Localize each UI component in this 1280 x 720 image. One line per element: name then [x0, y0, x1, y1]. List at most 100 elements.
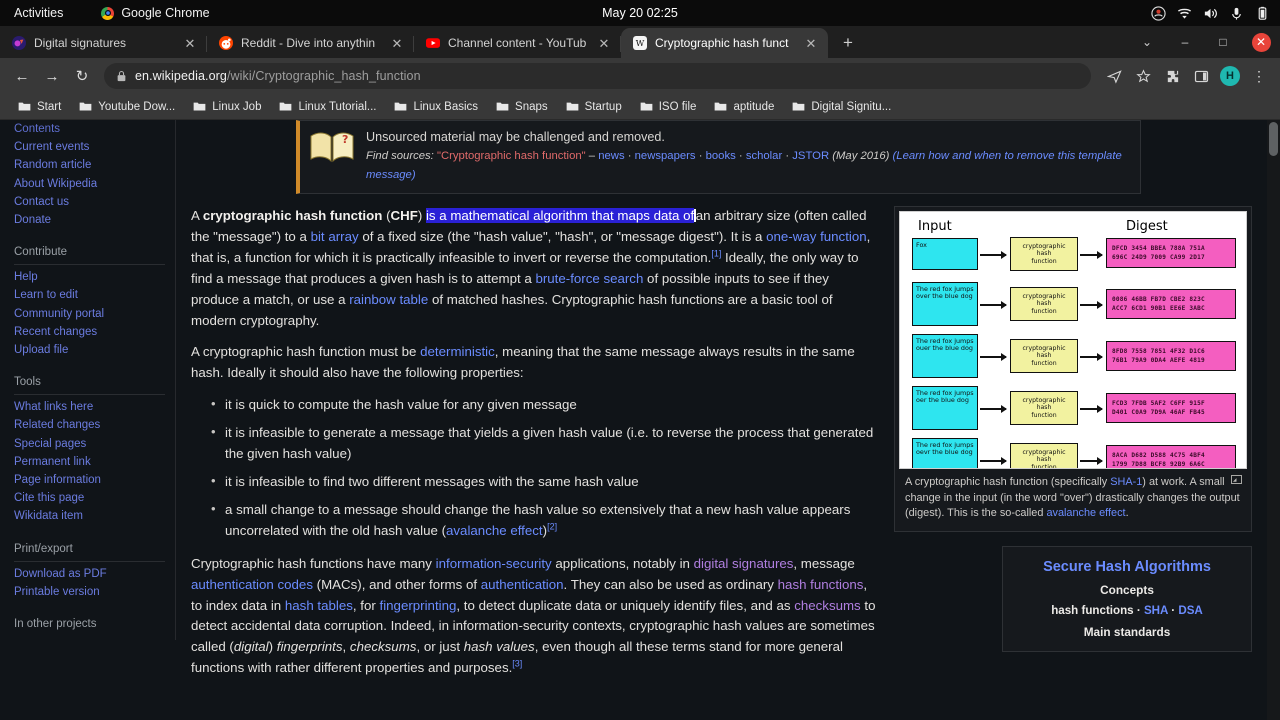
- sidebar-item-contact-us[interactable]: Contact us: [14, 193, 165, 211]
- back-button[interactable]: ←: [8, 62, 36, 90]
- bookmark-item-0[interactable]: Start: [10, 99, 69, 115]
- fn-line-1: cryptographic: [1022, 448, 1066, 456]
- bookmark-item-8[interactable]: aptitude: [706, 99, 782, 115]
- link-fingerprinting[interactable]: fingerprinting: [380, 598, 457, 613]
- browser-tab-0[interactable]: Digital signatures ✕: [0, 28, 207, 58]
- profile-avatar[interactable]: H: [1217, 63, 1243, 89]
- secure-hash-algorithms-infobox: Secure Hash Algorithms Concepts hash fun…: [1002, 545, 1252, 652]
- volume-icon[interactable]: [1203, 6, 1218, 21]
- system-tray[interactable]: [1151, 5, 1270, 21]
- link-avalanche-effect-caption[interactable]: avalanche effect: [1046, 507, 1125, 519]
- extensions-puzzle-icon[interactable]: [1159, 63, 1185, 89]
- sidebar-item-learn-to-edit[interactable]: Learn to edit: [14, 286, 165, 304]
- link-one-way-function[interactable]: one-way function: [766, 229, 867, 244]
- reference-1[interactable]: [1]: [711, 248, 721, 258]
- link-rainbow-table[interactable]: rainbow table: [349, 292, 428, 307]
- reference-2[interactable]: [2]: [547, 521, 557, 531]
- side-panel-icon[interactable]: [1188, 63, 1214, 89]
- browser-tab-1[interactable]: Reddit - Dive into anythin ✕: [207, 28, 414, 58]
- bookmark-item-6[interactable]: Startup: [558, 99, 630, 115]
- link-deterministic[interactable]: deterministic: [420, 344, 495, 359]
- chrome-menu-button[interactable]: ⋮: [1246, 63, 1272, 89]
- bookmark-item-5[interactable]: Snaps: [488, 99, 556, 115]
- focused-app-menu[interactable]: Google Chrome: [101, 6, 210, 20]
- browser-tab-3-active[interactable]: W Cryptographic hash funct ✕: [621, 28, 828, 58]
- sha1-diagram-image[interactable]: Input Digest Fox cryptographic hash func…: [899, 211, 1247, 469]
- source-link-books[interactable]: books: [706, 150, 736, 162]
- microphone-icon[interactable]: [1229, 6, 1244, 21]
- link-checksums[interactable]: checksums: [794, 598, 861, 613]
- maximize-button[interactable]: □: [1204, 28, 1242, 56]
- tab-close-button[interactable]: ✕: [596, 35, 612, 51]
- sidebar-item-contents[interactable]: Contents: [14, 120, 165, 138]
- new-tab-button[interactable]: +: [834, 29, 862, 57]
- reload-button[interactable]: ↻: [68, 62, 96, 90]
- wifi-icon[interactable]: [1177, 6, 1192, 21]
- link-brute-force-search[interactable]: brute-force search: [535, 271, 643, 286]
- sidebar-item-printable-version[interactable]: Printable version: [14, 583, 165, 601]
- tab-close-button[interactable]: ✕: [389, 35, 405, 51]
- bookmark-item-3[interactable]: Linux Tutorial...: [271, 99, 384, 115]
- source-link-scholar[interactable]: scholar: [746, 150, 782, 162]
- sidebar-item-community-portal[interactable]: Community portal: [14, 305, 165, 323]
- tab-search-button[interactable]: ⌄: [1128, 28, 1166, 56]
- sidebar-item-related-changes[interactable]: Related changes: [14, 416, 165, 434]
- minimize-button[interactable]: –: [1166, 28, 1204, 56]
- page-scrollbar[interactable]: [1267, 120, 1280, 720]
- folder-icon: [640, 102, 653, 111]
- sidebar-item-donate[interactable]: Donate: [14, 211, 165, 229]
- tab-close-button[interactable]: ✕: [182, 35, 198, 51]
- tab-close-button[interactable]: ✕: [803, 35, 819, 51]
- bookmark-item-9[interactable]: Digital Signitu...: [784, 99, 899, 115]
- link-sha1[interactable]: SHA-1: [1110, 476, 1142, 488]
- sidebar-item-download-as-pdf[interactable]: Download as PDF: [14, 565, 165, 583]
- sidebar-item-current-events[interactable]: Current events: [14, 138, 165, 156]
- browser-tab-2[interactable]: Channel content - YouTub ✕: [414, 28, 621, 58]
- link-authentication[interactable]: authentication: [481, 577, 564, 592]
- activities-button[interactable]: Activities: [0, 6, 73, 20]
- system-clock[interactable]: May 20 02:25: [602, 6, 678, 20]
- diagram-digest-0: DFCD 3454 BBEA 788A 751A 696C 24D9 7009 …: [1106, 238, 1236, 268]
- bookmark-item-1[interactable]: Youtube Dow...: [71, 99, 183, 115]
- infobox-title[interactable]: Secure Hash Algorithms: [1009, 555, 1245, 579]
- link-sha-infobox[interactable]: SHA: [1144, 604, 1168, 617]
- link-bit-array[interactable]: bit array: [311, 229, 359, 244]
- source-link-jstor[interactable]: JSTOR: [792, 150, 829, 162]
- sidebar-item-cite-this-page[interactable]: Cite this page: [14, 489, 165, 507]
- source-link-news[interactable]: news: [598, 150, 624, 162]
- bookmark-item-4[interactable]: Linux Basics: [386, 99, 486, 115]
- sidebar-item-about-wikipedia[interactable]: About Wikipedia: [14, 175, 165, 193]
- link-authentication-codes[interactable]: authentication codes: [191, 577, 313, 592]
- sidebar-item-recent-changes[interactable]: Recent changes: [14, 323, 165, 341]
- battery-icon[interactable]: [1255, 6, 1270, 21]
- link-information-security[interactable]: information-security: [436, 556, 552, 571]
- notice-query[interactable]: "Cryptographic hash function": [437, 150, 586, 162]
- share-icon[interactable]: [1101, 63, 1127, 89]
- sidebar-item-wikidata-item[interactable]: Wikidata item: [14, 507, 165, 525]
- sidebar-item-help[interactable]: Help: [14, 268, 165, 286]
- window-close-button[interactable]: ✕: [1242, 28, 1280, 56]
- sidebar-item-what-links-here[interactable]: What links here: [14, 398, 165, 416]
- forward-button[interactable]: →: [38, 62, 66, 90]
- link-dsa-infobox[interactable]: DSA: [1178, 604, 1202, 617]
- sep-1: ·: [1133, 603, 1144, 617]
- sidebar-item-permanent-link[interactable]: Permanent link: [14, 453, 165, 471]
- enlarge-icon[interactable]: [1231, 475, 1242, 484]
- link-hash-functions[interactable]: hash functions: [778, 577, 864, 592]
- bookmark-item-2[interactable]: Linux Job: [185, 99, 269, 115]
- sidebar-item-random-article[interactable]: Random article: [14, 156, 165, 174]
- link-avalanche-effect[interactable]: avalanche effect: [446, 523, 543, 538]
- bookmark-star-icon[interactable]: [1130, 63, 1156, 89]
- bookmark-item-7[interactable]: ISO file: [632, 99, 705, 115]
- notifications-icon[interactable]: [1151, 5, 1166, 21]
- sidebar-item-upload-file[interactable]: Upload file: [14, 341, 165, 359]
- address-bar[interactable]: en.wikipedia.org/wiki/Cryptographic_hash…: [104, 63, 1091, 89]
- source-link-newspapers[interactable]: newspapers: [635, 150, 696, 162]
- reference-3[interactable]: [3]: [512, 659, 522, 669]
- sidebar-item-special-pages[interactable]: Special pages: [14, 435, 165, 453]
- scrollbar-thumb[interactable]: [1269, 122, 1278, 156]
- link-digital-signatures[interactable]: digital signatures: [694, 556, 794, 571]
- sidebar-item-page-information[interactable]: Page information: [14, 471, 165, 489]
- link-hash-tables[interactable]: hash tables: [285, 598, 353, 613]
- link-hash-functions-infobox[interactable]: hash functions: [1051, 604, 1133, 617]
